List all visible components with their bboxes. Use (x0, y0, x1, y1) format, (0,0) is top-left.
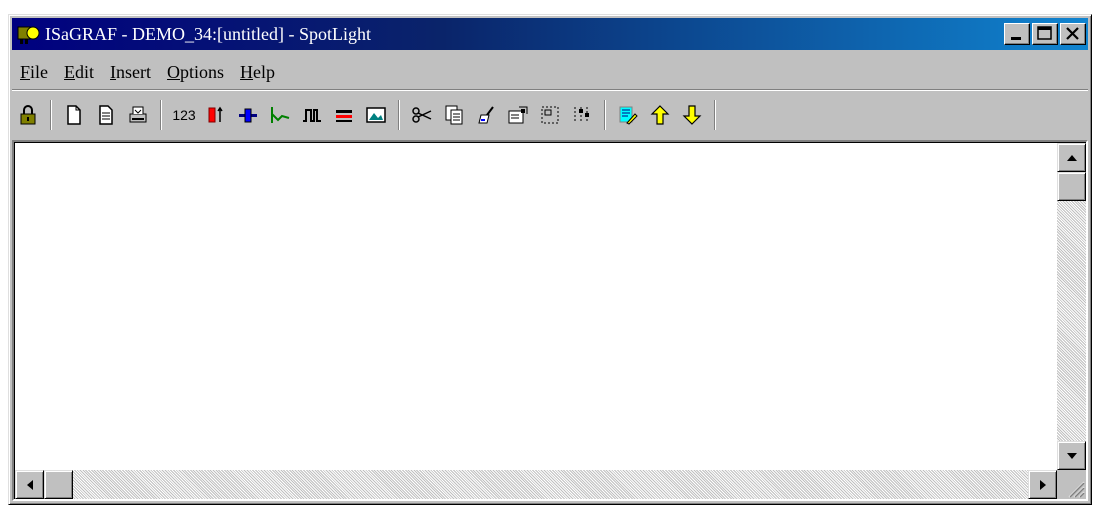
app-window: ISaGRAF - DEMO_34:[untitled] - SpotLight… (8, 14, 1092, 505)
drawing-area[interactable] (15, 143, 1057, 470)
copy-icon (445, 105, 463, 125)
edit-graphic-button[interactable] (613, 100, 643, 130)
lock-icon (20, 105, 36, 125)
minimize-icon (1011, 37, 1021, 40)
arrow-up-icon (650, 105, 670, 125)
trend-button[interactable] (265, 100, 295, 130)
scroll-left-icon (26, 479, 33, 490)
copy-button[interactable] (439, 100, 469, 130)
new-document-icon (67, 105, 81, 125)
scroll-up-icon (1066, 154, 1077, 161)
toolbar-separator (604, 100, 606, 130)
vertical-scrollbar[interactable] (1057, 143, 1086, 470)
spotlight-workspace (12, 140, 1088, 501)
grid-button[interactable] (567, 100, 597, 130)
print-button[interactable] (123, 100, 153, 130)
properties-icon (508, 106, 528, 124)
paint-button[interactable] (471, 100, 501, 130)
select-area-button[interactable] (535, 100, 565, 130)
horizontal-scroll-thumb[interactable] (44, 470, 73, 499)
properties-button[interactable] (503, 100, 533, 130)
maximize-icon (1037, 26, 1052, 40)
pulse-button[interactable] (297, 100, 327, 130)
scroll-down-button[interactable] (1057, 441, 1086, 470)
bar-graph-button[interactable] (201, 100, 231, 130)
toolbar-separator (160, 100, 162, 130)
window-title: ISaGRAF - DEMO_34:[untitled] - SpotLight (45, 23, 371, 44)
minimize-button[interactable] (1004, 23, 1030, 45)
toolbar-separator (50, 100, 52, 130)
select-area-icon (541, 106, 559, 124)
trend-icon (271, 107, 290, 123)
numeric-value-icon: 123 (172, 107, 196, 123)
open-button[interactable] (91, 100, 121, 130)
picture-icon (366, 107, 386, 123)
menu-insert[interactable]: Insert (102, 62, 159, 83)
resize-grip-icon (1068, 481, 1085, 498)
spotlight-app-icon[interactable] (15, 23, 41, 45)
list-icon (336, 110, 352, 122)
size-grip[interactable] (1057, 470, 1086, 499)
scroll-down-icon (1066, 452, 1077, 459)
scroll-left-button[interactable] (15, 470, 44, 499)
vertical-scroll-thumb[interactable] (1057, 172, 1086, 201)
slider-button[interactable] (233, 100, 263, 130)
menu-bar: File Edit Insert Options Help (12, 55, 1088, 90)
maximize-button[interactable] (1032, 23, 1058, 45)
list-button[interactable] (329, 100, 359, 130)
open-document-icon (99, 105, 113, 125)
move-down-button[interactable] (677, 100, 707, 130)
menu-edit[interactable]: Edit (56, 62, 102, 83)
menu-options[interactable]: Options (159, 62, 232, 83)
toolbar-separator (398, 100, 400, 130)
toolbar-separator (714, 100, 716, 130)
menu-help[interactable]: Help (232, 62, 283, 83)
title-bar[interactable]: ISaGRAF - DEMO_34:[untitled] - SpotLight (12, 18, 1088, 50)
close-icon (1066, 27, 1079, 40)
lock-button[interactable] (13, 100, 43, 130)
toolbar: 123 (12, 94, 1088, 136)
horizontal-scrollbar[interactable] (15, 470, 1057, 499)
print-icon (129, 106, 147, 123)
cut-icon (412, 107, 432, 123)
menu-file[interactable]: File (12, 62, 56, 83)
picture-button[interactable] (361, 100, 391, 130)
arrow-down-icon (682, 105, 702, 125)
scroll-right-button[interactable] (1028, 470, 1057, 499)
grid-icon (574, 107, 589, 123)
cut-button[interactable] (407, 100, 437, 130)
scroll-up-button[interactable] (1057, 143, 1086, 172)
bar-graph-icon (208, 106, 223, 123)
edit-graphic-icon (619, 106, 638, 125)
slider-icon (239, 108, 257, 123)
pulse-icon (303, 109, 321, 122)
numeric-value-button[interactable]: 123 (169, 100, 199, 130)
close-button[interactable] (1060, 23, 1086, 45)
scroll-right-icon (1039, 479, 1046, 490)
paint-icon (478, 106, 494, 124)
move-up-button[interactable] (645, 100, 675, 130)
new-button[interactable] (59, 100, 89, 130)
